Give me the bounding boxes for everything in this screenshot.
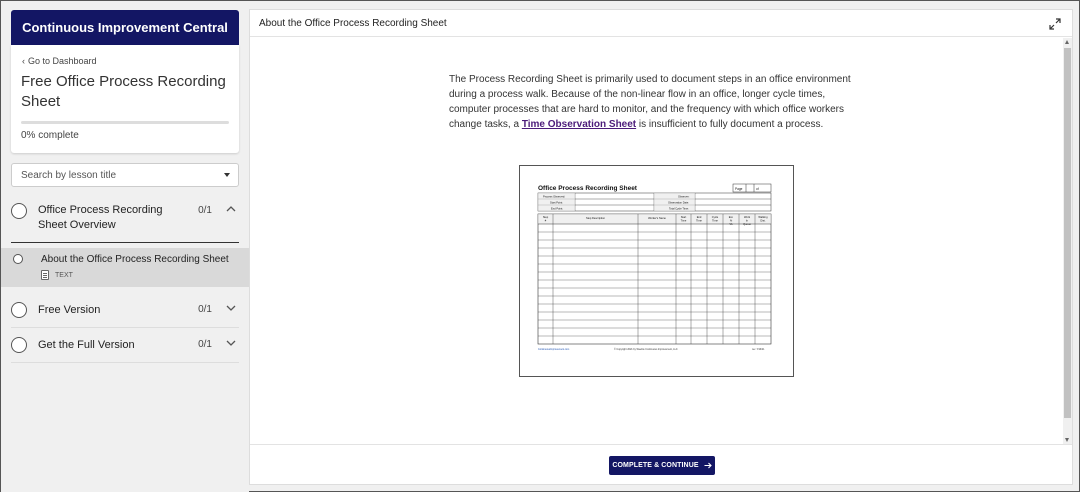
arrow-right-icon — [704, 462, 712, 469]
scroll-down-arrow-icon[interactable] — [1065, 438, 1069, 442]
process-recording-sheet-image: Office Process Recording Sheet Page of P… — [519, 165, 794, 377]
sheet-column-header: Start — [681, 215, 687, 219]
section-count: 0/1 — [198, 205, 212, 216]
lesson-footer: COMPLETE & CONTINUE — [250, 444, 1072, 484]
lesson-header-title: About the Office Process Recording Sheet — [259, 18, 447, 29]
progress-label: complete — [38, 130, 79, 141]
section-overview[interactable]: Office Process Recording Sheet Overview … — [1, 197, 249, 247]
section-count: 0/1 — [198, 304, 212, 315]
app-frame: Continuous Improvement Central ‹ Go to D… — [0, 0, 1080, 492]
sheet-column-header: Time — [681, 218, 687, 222]
sheet-footer-right: rev. 7/16/21 — [752, 348, 765, 351]
search-placeholder: Search by lesson title — [21, 169, 117, 181]
expand-icon[interactable] — [1049, 17, 1061, 30]
body-text-part2: is insufficient to fully document a proc… — [636, 119, 824, 130]
sheet-column-header: VA — [729, 222, 733, 226]
sheet-footer-center: © Copyright 2021 by Weeble Continuous Im… — [614, 348, 678, 351]
sheet-table-border — [537, 213, 772, 345]
sheet-table: Step#Step Description Worker's Name StartT… — [537, 213, 772, 345]
lesson-status-circle-icon — [13, 254, 23, 264]
section-title: Get the Full Version — [38, 339, 135, 351]
sheet-column-header: Time — [712, 218, 718, 222]
sheet-field-cycle: Total Cycle Time: — [669, 207, 689, 211]
sidebar: Continuous Improvement Central ‹ Go to D… — [1, 1, 249, 492]
section-full-version[interactable]: Get the Full Version 0/1 — [1, 329, 249, 363]
sheet-field-end: End Point: — [551, 207, 563, 211]
sheet-field-observer: Observer: — [678, 195, 690, 199]
sheet-column-header: Dist. — [760, 218, 765, 222]
progress-bar — [21, 121, 229, 124]
chevron-left-icon: ‹ — [22, 56, 25, 66]
section-free-version[interactable]: Free Version 0/1 — [1, 293, 249, 327]
lesson-type: TEXT — [41, 270, 73, 280]
lesson-panel: About the Office Process Recording Sheet… — [249, 9, 1073, 485]
progress-percent: 0% — [21, 130, 36, 141]
time-observation-sheet-link[interactable]: Time Observation Sheet — [522, 119, 636, 130]
go-to-dashboard-link[interactable]: ‹ Go to Dashboard — [22, 56, 97, 66]
sheet-field-process: Process Observed: — [543, 195, 565, 199]
content-scrollbar[interactable] — [1063, 38, 1072, 444]
course-title: Free Office Process Recording Sheet — [21, 73, 226, 110]
sheet-field-date: Observation Date: — [668, 201, 689, 205]
lesson-header: About the Office Process Recording Sheet — [250, 10, 1072, 37]
caret-down-icon — [224, 173, 230, 177]
sheet-page-label: Page — [735, 187, 743, 191]
complete-button-label: COMPLETE & CONTINUE — [612, 462, 699, 469]
sheet-column-header: Queue — [743, 222, 751, 226]
lesson-item-about[interactable]: About the Office Process Recording Sheet… — [1, 248, 249, 287]
sheet-column-header: Step — [543, 215, 549, 219]
sheet-column-header: Worker's Name — [648, 216, 666, 220]
sheet-column-header: Est. — [729, 215, 734, 219]
sheet-title: Office Process Recording Sheet — [538, 185, 638, 192]
section-divider — [11, 362, 239, 363]
sheet-column-header: End — [697, 215, 702, 219]
chevron-up-icon[interactable] — [226, 204, 236, 214]
back-link-label: Go to Dashboard — [28, 56, 97, 66]
sheet-column-header: Time — [696, 218, 702, 222]
sheet-column-header: Work — [744, 215, 751, 219]
section-divider — [11, 242, 239, 243]
lesson-body-text: The Process Recording Sheet is primarily… — [449, 72, 869, 132]
lesson-title: About the Office Process Recording Sheet — [41, 254, 229, 265]
lesson-type-label: TEXT — [55, 271, 73, 279]
section-status-circle-icon — [11, 337, 27, 353]
section-title: Office Process Recording Sheet Overview — [38, 204, 163, 231]
section-count: 0/1 — [198, 339, 212, 350]
section-status-circle-icon — [11, 203, 27, 219]
text-document-icon — [41, 270, 49, 280]
sheet-column-header: Step Description — [586, 216, 606, 220]
scroll-up-arrow-icon[interactable] — [1065, 40, 1069, 44]
chevron-down-icon[interactable] — [226, 339, 236, 349]
scrollbar-thumb[interactable] — [1064, 48, 1071, 418]
lesson-search-select[interactable]: Search by lesson title — [11, 163, 239, 187]
school-name[interactable]: Continuous Improvement Central — [11, 10, 239, 45]
sheet-column-header: Cycle — [712, 215, 719, 219]
chevron-down-icon[interactable] — [226, 304, 236, 314]
progress-text: 0% complete — [21, 130, 79, 141]
complete-and-continue-button[interactable]: COMPLETE & CONTINUE — [609, 456, 715, 475]
sheet-field-start: Start Point: — [550, 201, 563, 205]
sheet-of-label: of — [756, 187, 759, 191]
sheet-column-header: Walking — [758, 215, 768, 219]
sheet-footer-left: ContinuousImprovement.com — [538, 348, 569, 351]
section-status-circle-icon — [11, 302, 27, 318]
section-divider — [11, 327, 239, 328]
sheet-illustration: Office Process Recording Sheet Page of P… — [537, 183, 772, 351]
section-title: Free Version — [38, 304, 101, 316]
course-card: ‹ Go to Dashboard Free Office Process Re… — [11, 45, 239, 153]
